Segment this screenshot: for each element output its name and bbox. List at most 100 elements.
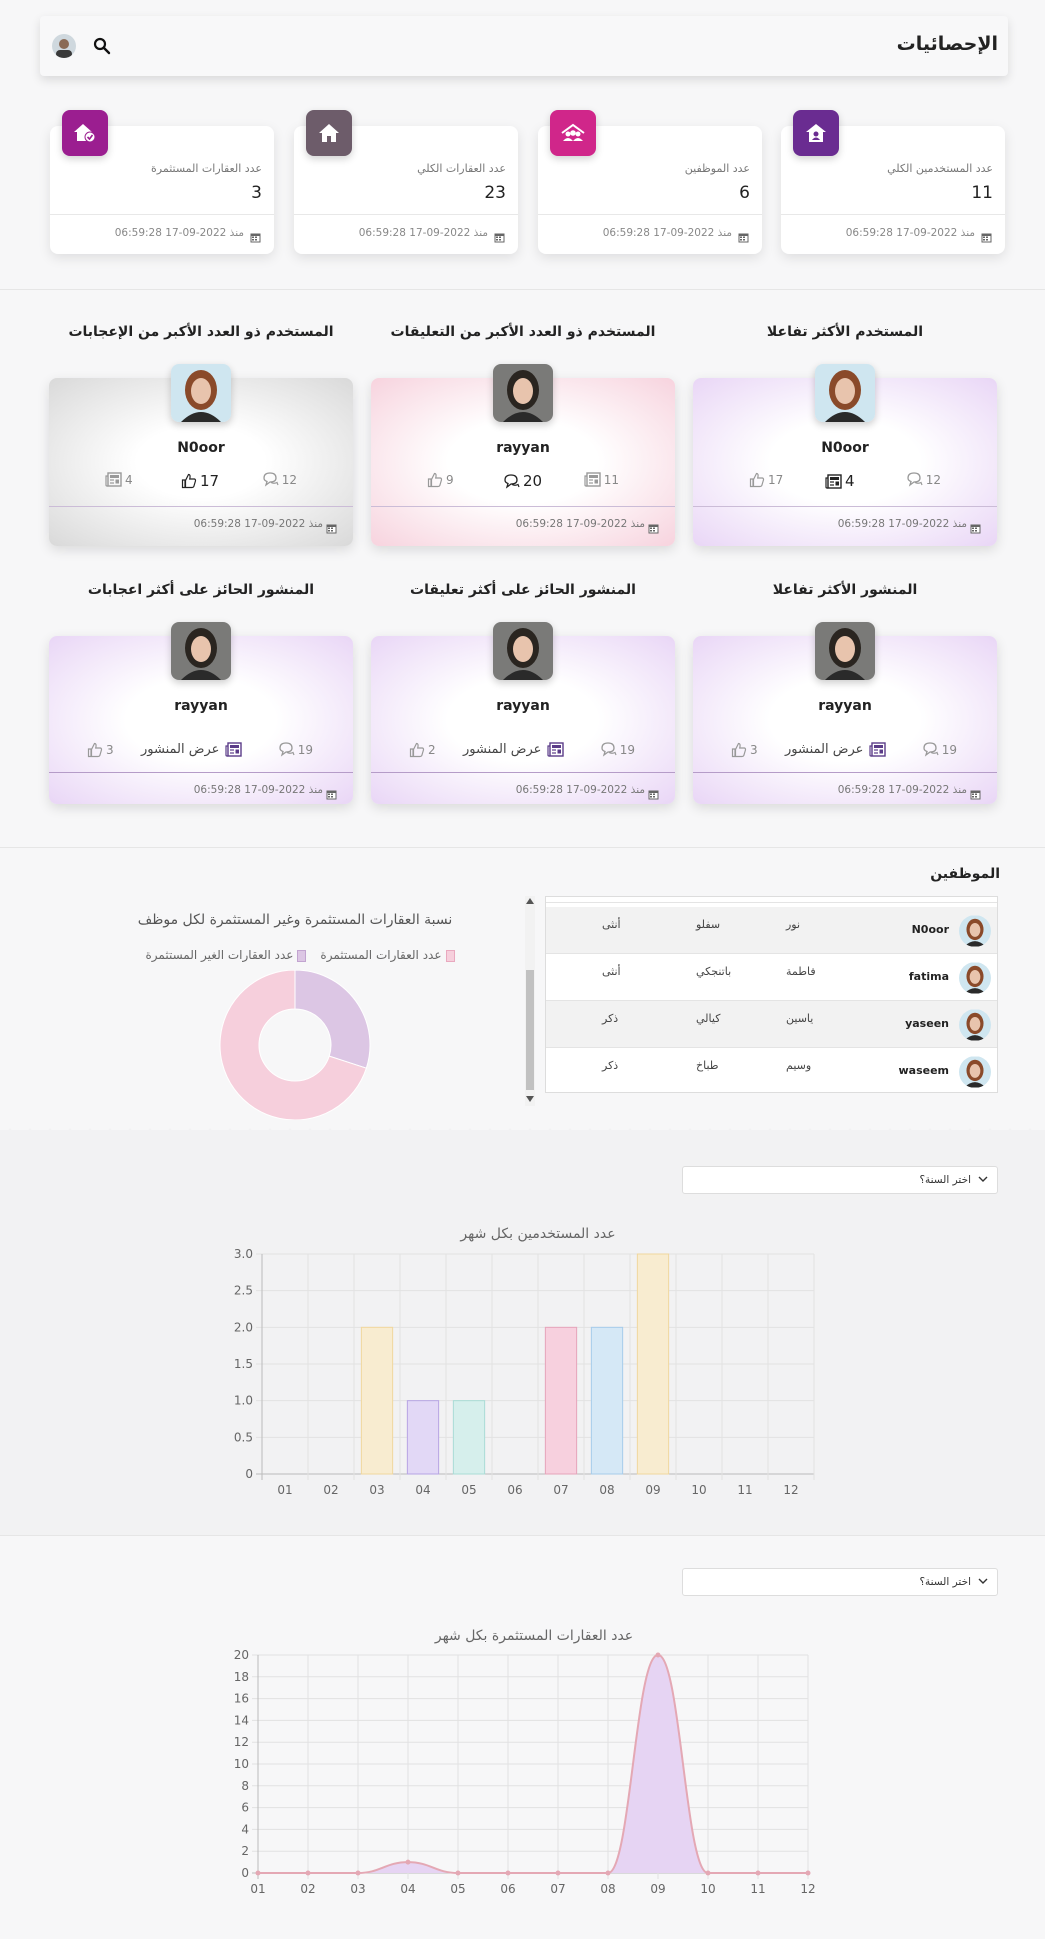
user-avatar[interactable] <box>52 34 76 58</box>
y-tick-label: 8 <box>241 1779 249 1793</box>
x-tick-label: 11 <box>737 1483 752 1497</box>
data-point[interactable] <box>305 1870 311 1876</box>
user-card[interactable]: N0oor 12 17 4 منذ 2022-09-17 06:59:28 <box>49 364 353 546</box>
scroll-up-icon[interactable] <box>526 898 534 904</box>
post-comments: 19 <box>922 742 957 757</box>
post-author-name: rayyan <box>174 698 228 714</box>
post-card[interactable]: rayyan 19 عرض المنشور 2 منذ 2022-09-17 0… <box>371 622 675 804</box>
post-likes: 3 <box>731 742 758 758</box>
bar[interactable] <box>360 1326 394 1475</box>
data-point[interactable] <box>555 1870 561 1876</box>
employee-avatar <box>959 1009 991 1041</box>
y-tick-label: 4 <box>241 1822 249 1836</box>
post-card[interactable]: rayyan 19 عرض المنشور 3 منذ 2022-09-17 0… <box>49 622 353 804</box>
newspaper-icon <box>225 742 243 757</box>
bar[interactable] <box>636 1253 670 1475</box>
user-stat-left: 17 <box>749 472 783 488</box>
like-icon <box>731 742 747 758</box>
calendar-icon <box>326 524 337 534</box>
chevron-down-icon <box>978 1176 988 1182</box>
comments-icon <box>263 472 279 487</box>
x-tick-label: 01 <box>250 1882 265 1896</box>
stat-value: 6 <box>739 183 750 203</box>
user-name: rayyan <box>496 440 550 456</box>
post-card-title: المنشور الأكثر تفاعلا <box>772 582 918 598</box>
x-tick-label: 08 <box>599 1483 614 1497</box>
bar[interactable] <box>406 1400 440 1475</box>
bar[interactable] <box>590 1326 624 1475</box>
like-icon <box>181 473 197 489</box>
legend-item[interactable]: عدد العقارات الغير المستثمرة <box>146 948 307 962</box>
employee-gender: ذكر <box>602 1059 619 1072</box>
user-card-title: المستخدم ذو العدد الأكبر من التعليقات <box>390 324 656 340</box>
calendar-icon <box>250 233 261 243</box>
x-tick-label: 09 <box>650 1882 665 1896</box>
bar[interactable] <box>544 1326 578 1475</box>
comments-icon <box>279 742 295 757</box>
y-tick-label: 0 <box>241 1866 249 1880</box>
y-tick-label: 20 <box>234 1648 249 1662</box>
employee-first-name: وسيم <box>786 1059 812 1072</box>
user-photo <box>171 364 231 422</box>
data-point[interactable] <box>355 1870 361 1876</box>
scroll-down-icon[interactable] <box>526 1096 534 1102</box>
y-tick-label: 2 <box>241 1844 249 1858</box>
pie-slice[interactable] <box>294 970 371 1069</box>
data-point[interactable] <box>605 1870 611 1876</box>
x-tick-label: 02 <box>323 1483 338 1497</box>
calendar-icon <box>648 790 659 800</box>
x-tick-label: 08 <box>600 1882 615 1896</box>
stat-date: منذ 2022-09-17 06:59:28 <box>114 227 244 239</box>
people-icon <box>550 110 596 156</box>
data-point[interactable] <box>505 1870 511 1876</box>
post-card-date: منذ 2022-09-17 06:59:28 <box>837 784 967 796</box>
stat-card: عدد العقارات المستثمرة 3 منذ 2022-09-17 … <box>50 110 274 254</box>
user-card[interactable]: rayyan 11 20 9 منذ 2022-09-17 06:59:28 <box>371 364 675 546</box>
year-select[interactable]: اختر السنة؟ <box>682 1166 998 1194</box>
data-point[interactable] <box>805 1870 811 1876</box>
x-tick-label: 12 <box>800 1882 815 1896</box>
data-point[interactable] <box>405 1859 411 1865</box>
like-icon <box>87 742 103 758</box>
user-card-date: منذ 2022-09-17 06:59:28 <box>193 518 323 530</box>
user-photo <box>493 364 553 422</box>
table-scrollbar-thumb[interactable] <box>526 970 534 1090</box>
post-author-photo <box>815 622 875 680</box>
data-point[interactable] <box>455 1870 461 1876</box>
pie-chart <box>219 970 371 1120</box>
employee-row[interactable]: yaseen ياسين كيالي ذكر <box>546 1001 997 1048</box>
data-point[interactable] <box>755 1870 761 1876</box>
post-likes: 2 <box>409 742 436 758</box>
legend-item[interactable]: عدد العقارات المستثمرة <box>320 948 455 962</box>
user-name: N0oor <box>821 440 869 456</box>
x-tick-label: 03 <box>369 1483 384 1497</box>
year-select-invested[interactable]: اختر السنة؟ <box>682 1568 998 1596</box>
comments-icon <box>601 742 617 757</box>
employee-row[interactable]: fatima فاطمة باتنجكي أنثى <box>546 954 997 1001</box>
user-card[interactable]: N0oor 12 4 17 منذ 2022-09-17 06:59:28 <box>693 364 997 546</box>
post-card[interactable]: rayyan 19 عرض المنشور 3 منذ 2022-09-17 0… <box>693 622 997 804</box>
y-tick-label: 1.0 <box>234 1394 253 1408</box>
user-stat-right: 11 <box>584 472 619 487</box>
employee-username: fatima <box>908 970 949 983</box>
stat-date: منذ 2022-09-17 06:59:28 <box>602 227 732 239</box>
post-author-name: rayyan <box>496 698 550 714</box>
view-post-link[interactable]: عرض المنشور <box>785 742 887 757</box>
like-icon <box>409 742 425 758</box>
x-tick-label: 09 <box>645 1483 660 1497</box>
employee-row[interactable]: N0oor نور سفلو أنثى <box>546 907 997 954</box>
data-point[interactable] <box>255 1870 261 1876</box>
employee-row[interactable]: waseem وسيم طباخ ذكر <box>546 1048 997 1092</box>
user-stat-main: 17 <box>181 472 219 490</box>
x-tick-label: 01 <box>277 1483 292 1497</box>
y-tick-label: 6 <box>241 1801 249 1815</box>
user-stat-main: 4 <box>825 472 855 490</box>
post-card-date: منذ 2022-09-17 06:59:28 <box>193 784 323 796</box>
y-tick-label: 0 <box>245 1467 253 1481</box>
bar[interactable] <box>452 1400 486 1475</box>
data-point[interactable] <box>655 1652 661 1658</box>
view-post-link[interactable]: عرض المنشور <box>463 742 565 757</box>
view-post-link[interactable]: عرض المنشور <box>141 742 243 757</box>
data-point[interactable] <box>705 1870 711 1876</box>
search-icon[interactable] <box>92 36 112 56</box>
